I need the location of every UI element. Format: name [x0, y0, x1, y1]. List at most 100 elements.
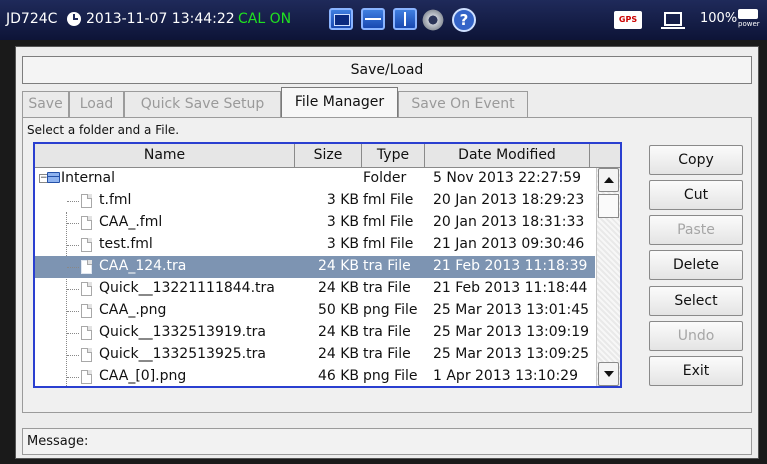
file-list[interactable]: Name Size Type Date Modified − Internal …: [33, 142, 622, 388]
file-icon: [81, 348, 92, 362]
column-header-date-modified[interactable]: Date Modified: [425, 144, 590, 168]
help-icon[interactable]: ?: [452, 8, 476, 32]
file-name: Quick__13221111844.tra: [99, 280, 275, 296]
file-type: tra File: [363, 346, 411, 362]
file-icon: [81, 238, 92, 252]
undo-button[interactable]: Undo: [649, 321, 743, 351]
tree-branch: [67, 201, 79, 202]
table-row[interactable]: test.fml 3 KB fml File 21 Jan 2013 09:30…: [35, 234, 595, 256]
folder-icon: [47, 172, 60, 183]
file-icon: [81, 194, 92, 208]
file-date: 25 Mar 2013 13:09:19: [433, 324, 590, 340]
file-date: 21 Feb 2013 11:18:39: [433, 258, 588, 274]
column-header-type[interactable]: Type: [362, 144, 425, 168]
file-icon: [81, 370, 92, 384]
file-manager-panel: Select a folder and a File. Name Size Ty…: [22, 117, 752, 413]
tree-branch: [67, 289, 79, 290]
file-name: CAA_124.tra: [99, 258, 187, 274]
scroll-thumb[interactable]: [598, 194, 619, 218]
delete-button[interactable]: Delete: [649, 250, 743, 280]
tree-branch: [67, 355, 79, 356]
column-header-name[interactable]: Name: [35, 144, 295, 168]
power-label: power: [738, 20, 760, 28]
table-row[interactable]: Quick__1332513925.tra 24 KB tra File 25 …: [35, 344, 595, 366]
tree-branch: [67, 311, 79, 312]
file-size: 3 KB: [326, 214, 359, 230]
tab-save-on-event[interactable]: Save On Event: [398, 91, 528, 117]
tree-branch: [67, 245, 79, 246]
tree-branch: [67, 377, 79, 378]
file-size: 50 KB: [317, 302, 359, 318]
file-name: test.fml: [99, 236, 153, 252]
battery-icon: power: [738, 9, 760, 29]
file-icon: [81, 304, 92, 318]
scroll-up-arrow-icon[interactable]: [598, 168, 619, 192]
file-icon: [81, 326, 92, 340]
dialog-title: Save/Load: [22, 56, 752, 84]
tab-file-manager[interactable]: File Manager: [281, 87, 398, 118]
file-type: fml File: [363, 236, 414, 252]
file-name: t.fml: [99, 192, 132, 208]
copy-button[interactable]: Copy: [649, 145, 743, 175]
tree-branch: [67, 223, 79, 224]
file-size: 3 KB: [326, 192, 359, 208]
table-row[interactable]: CAA_[0].png 46 KB png File 1 Apr 2013 13…: [35, 366, 595, 386]
file-date: 25 Mar 2013 13:01:45: [433, 302, 590, 318]
gps-icon: GPS: [614, 11, 642, 29]
file-size: 24 KB: [317, 258, 359, 274]
column-header-size[interactable]: Size: [295, 144, 362, 168]
file-size: 46 KB: [317, 368, 359, 384]
file-rows: − Internal Folder 5 Nov 2013 22:27:59 t.…: [35, 168, 595, 386]
table-row[interactable]: CAA_.png 50 KB png File 25 Mar 2013 13:0…: [35, 300, 595, 322]
tab-save[interactable]: Save: [22, 91, 69, 117]
gear-icon[interactable]: [421, 8, 445, 32]
file-size: 24 KB: [317, 346, 359, 362]
file-name: Quick__1332513919.tra: [99, 324, 266, 340]
table-row[interactable]: t.fml 3 KB fml File 20 Jan 2013 18:29:23: [35, 190, 595, 212]
table-row[interactable]: CAA_.fml 3 KB fml File 20 Jan 2013 18:31…: [35, 212, 595, 234]
table-row-selected[interactable]: CAA_124.tra 24 KB tra File 21 Feb 2013 1…: [35, 256, 595, 278]
file-icon: [81, 260, 92, 274]
message-bar: Message:: [22, 428, 752, 455]
clock-icon: [67, 12, 81, 26]
file-name: CAA_[0].png: [99, 368, 187, 384]
list-header: Name Size Type Date Modified: [35, 144, 620, 168]
file-type: tra File: [363, 280, 411, 296]
split-horizontal-icon[interactable]: [361, 8, 385, 30]
paste-button[interactable]: Paste: [649, 215, 743, 245]
device-model: JD724C: [6, 11, 58, 27]
folder-date: 5 Nov 2013 22:27:59: [433, 170, 582, 186]
exit-button[interactable]: Exit: [649, 356, 743, 386]
file-size: 3 KB: [326, 236, 359, 252]
file-icon: [81, 282, 92, 296]
split-vertical-icon[interactable]: [393, 8, 417, 30]
file-date: 20 Jan 2013 18:29:23: [433, 192, 585, 208]
file-icon: [81, 216, 92, 230]
file-date: 25 Mar 2013 13:09:25: [433, 346, 590, 362]
cut-button[interactable]: Cut: [649, 180, 743, 210]
file-date: 21 Jan 2013 09:30:46: [433, 236, 585, 252]
file-type: tra File: [363, 324, 411, 340]
folder-row-internal[interactable]: − Internal Folder 5 Nov 2013 22:27:59: [35, 168, 595, 190]
tab-load[interactable]: Load: [69, 91, 124, 117]
instruction-text: Select a folder and a File.: [27, 123, 180, 137]
tab-quick-save-setup[interactable]: Quick Save Setup: [124, 91, 281, 117]
status-datetime: 2013-11-07 13:44:22: [86, 11, 235, 27]
select-button[interactable]: Select: [649, 286, 743, 316]
file-type: fml File: [363, 192, 414, 208]
tree-branch: [67, 333, 79, 334]
file-date: 1 Apr 2013 13:10:29: [433, 368, 578, 384]
tree-branch: [67, 267, 79, 268]
file-name: CAA_.png: [99, 302, 167, 318]
file-date: 21 Feb 2013 11:18:44: [433, 280, 588, 296]
scroll-down-arrow-icon[interactable]: [598, 362, 619, 386]
battery-percent: 100%: [700, 11, 738, 26]
plug-icon: [738, 9, 758, 19]
file-name: CAA_.fml: [99, 214, 163, 230]
table-row[interactable]: Quick__1332513919.tra 24 KB tra File 25 …: [35, 322, 595, 344]
full-screen-icon[interactable]: [329, 8, 353, 30]
vertical-scrollbar[interactable]: [596, 168, 620, 386]
table-row[interactable]: Quick__13221111844.tra 24 KB tra File 21…: [35, 278, 595, 300]
folder-type: Folder: [363, 170, 407, 186]
status-bar: JD724C 2013-11-07 13:44:22 CAL ON ? GPS …: [0, 0, 767, 40]
